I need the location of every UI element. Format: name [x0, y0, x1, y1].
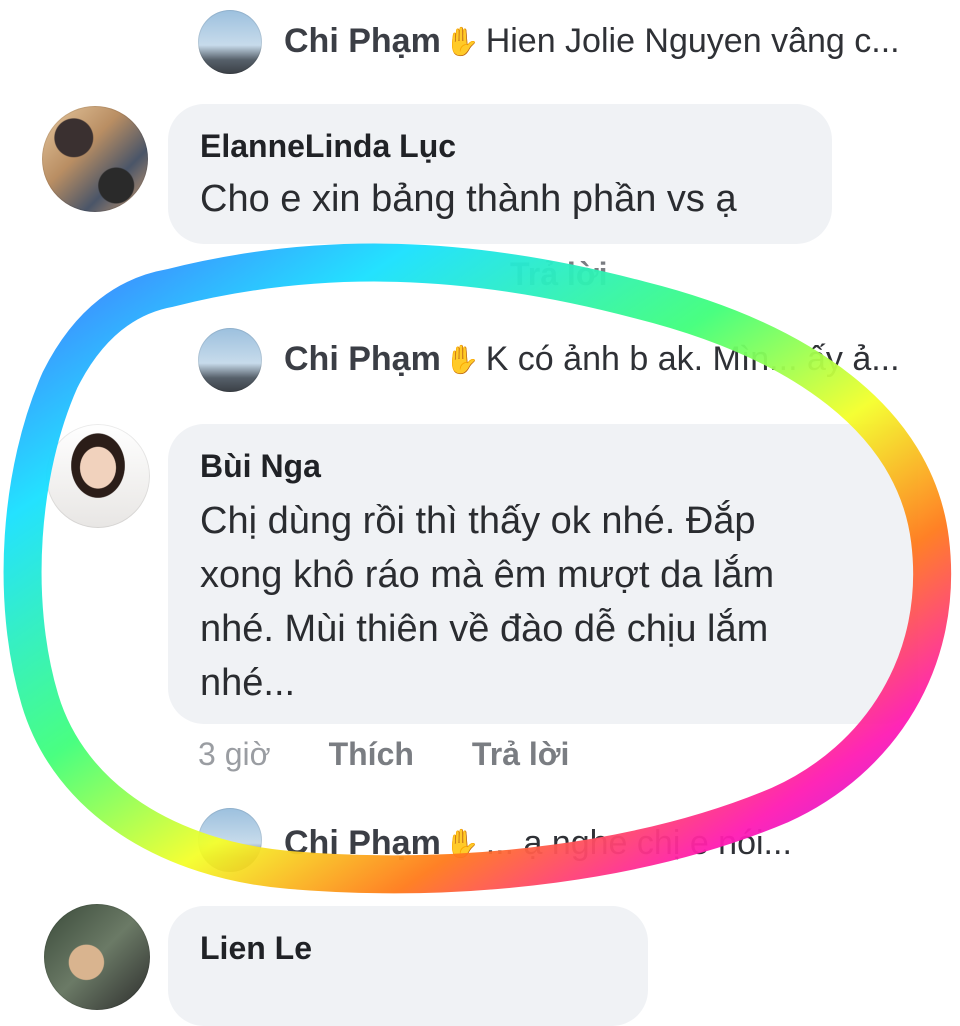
comment-text: Cho e xin bảng thành phần vs ạ — [200, 178, 737, 220]
reply-preview-text: Hien Jolie Nguyen vâng c... — [485, 22, 900, 60]
reply-preview-row[interactable]: Chi Phạm ✋ ... ạ nghe chị e nói... — [284, 824, 792, 863]
comment-author[interactable]: ElanneLinda Lục — [200, 126, 800, 166]
comment-text-line: Chị dùng rồi thì thấy ok nhé. Đắp — [200, 500, 756, 542]
wave-hand-icon: ✋ — [444, 828, 480, 859]
comment-text-line: nhé... — [200, 662, 296, 704]
reply-author-name[interactable]: Chi Phạm — [284, 340, 441, 379]
comment-text-line: nhé. Mùi thiên về đào dễ chịu lắm — [200, 608, 769, 650]
comment-author[interactable]: Bùi Nga — [200, 446, 886, 486]
reply-link[interactable]: Trả lời — [472, 736, 569, 773]
bui-nga-avatar[interactable] — [46, 424, 150, 528]
reply-author-name[interactable]: Chi Phạm — [284, 824, 441, 863]
wave-hand-icon: ✋ — [444, 26, 480, 57]
comment-author[interactable]: Lien Le — [200, 928, 616, 968]
chi-pham-avatar[interactable] — [198, 10, 262, 74]
reply-preview-text: ... ạ nghe chị e nói... — [485, 824, 792, 862]
reply-preview-row[interactable]: Chi Phạm ✋ Hien Jolie Nguyen vâng c... — [284, 22, 900, 61]
wave-hand-icon: ✋ — [444, 344, 480, 375]
chi-pham-avatar[interactable] — [198, 808, 262, 872]
chi-pham-avatar[interactable] — [198, 328, 262, 392]
like-link[interactable]: Thích — [329, 736, 414, 773]
reply-link[interactable]: Trả lời — [510, 256, 607, 293]
reply-author-name[interactable]: Chi Phạm — [284, 22, 441, 61]
comment-text: Chị dùng rồi thì thấy ok nhé. Đắp xong k… — [200, 494, 886, 710]
comment-actions: Trả lời — [510, 256, 607, 293]
comment-timestamp: 3 giờ — [198, 736, 271, 772]
reply-preview-row[interactable]: Chi Phạm ✋ K có ảnh b ak. Mìn... ấy ả... — [284, 340, 900, 379]
comment-bubble: Bùi Nga Chị dùng rồi thì thấy ok nhé. Đắ… — [168, 424, 918, 724]
lien-le-avatar[interactable] — [44, 904, 150, 1010]
comment-bubble: ElanneLinda Lục Cho e xin bảng thành phầ… — [168, 104, 832, 244]
reply-preview-text: K có ảnh b ak. Mìn... ấy ả... — [485, 340, 900, 378]
comment-bubble: Lien Le — [168, 906, 648, 1026]
comment-actions: 3 giờ Thích Trả lời — [198, 736, 569, 773]
comment-text-line: xong khô ráo mà êm mượt da lắm — [200, 554, 775, 596]
elannelinda-avatar[interactable] — [42, 106, 148, 212]
